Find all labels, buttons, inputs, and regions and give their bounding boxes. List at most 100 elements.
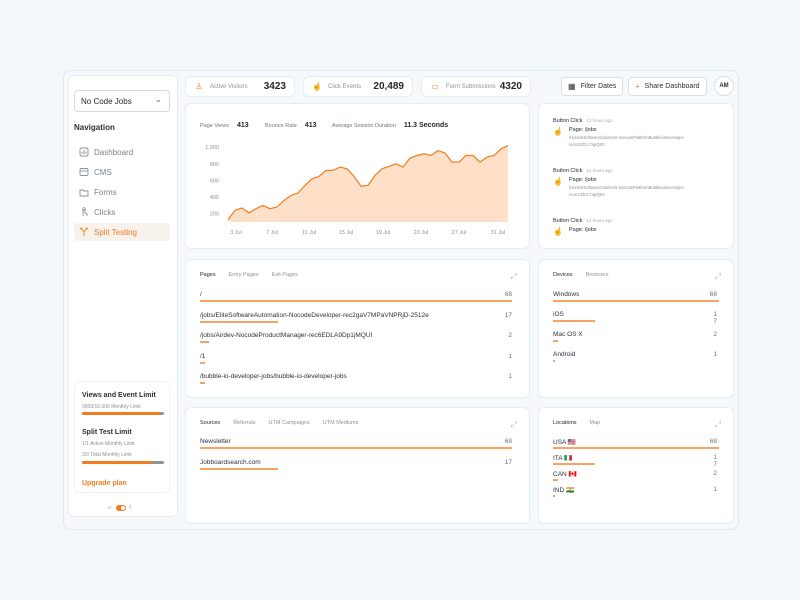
sources-tabs: Sources Referrals UTM Campaigns UTM Medi… (200, 420, 359, 426)
list-item-label: / (200, 291, 202, 298)
expand-icon[interactable]: ⤢ (715, 420, 721, 430)
list-item[interactable]: Mac OS X (553, 331, 719, 342)
sidebar-item-forms[interactable]: Forms (74, 183, 170, 201)
sidebar-item-label: Forms (94, 187, 117, 197)
split-limit-active: 1/1 Active Monthly Limit (82, 441, 135, 447)
list-item-label: USA 🇺🇸 (553, 439, 576, 446)
activity-time: 12 hours ago (586, 118, 613, 123)
activity-item[interactable]: Button Click 12 hours ago ☝ Page: /jobs /… (553, 118, 684, 147)
list-item-bar (553, 340, 558, 342)
pages-card: Pages Entry Pages Exit Pages ⤢ / 68/jobs/… (185, 259, 530, 398)
avatar[interactable]: AM (714, 76, 734, 96)
y-tick-label: 800 (210, 162, 219, 168)
chart-area (228, 145, 508, 222)
x-tick-label: 19 Jul (376, 230, 391, 236)
list-item-bar (200, 447, 512, 449)
list-item-value: 1 (508, 352, 512, 360)
list-item[interactable]: /jobs/EliteSoftwareAutomation-NocodeDeve… (200, 312, 512, 323)
activity-title: Button Click (553, 218, 583, 224)
tab-pages[interactable]: Pages (200, 272, 216, 278)
tab-utm-mediums[interactable]: UTM Mediums (323, 420, 359, 426)
list-item[interactable]: / (200, 291, 512, 302)
list-item[interactable]: iOS (553, 311, 719, 322)
list-item-value-secondary: 7 (713, 461, 717, 468)
stat-value: 3423 (263, 81, 286, 92)
list-item[interactable]: Jobboardsearch.com (200, 459, 512, 470)
upgrade-plan-link[interactable]: Upgrade plan (82, 480, 127, 487)
plus-icon: + (635, 82, 640, 91)
stat-active-visitors: ♙ Active Visitors 3423 (185, 76, 295, 97)
activity-ref: recn1t2fCc7apQE0 (569, 142, 605, 147)
sidebar-item-cms[interactable]: CMS (74, 163, 170, 181)
x-tick-label: 23 Jul (414, 230, 429, 236)
share-dashboard-label: Share Dashboard (644, 83, 700, 90)
activity-item[interactable]: Button Click 12 hours ago ☝ Page: /jobs (553, 218, 613, 236)
expand-icon[interactable]: ⤢ (511, 272, 517, 282)
list-item-value: 2 (508, 332, 512, 339)
list-item[interactable]: Newsletter (200, 438, 512, 449)
tab-exit-pages[interactable]: Exit Pages (272, 272, 298, 278)
list-item-label: Mac OS X (553, 331, 583, 338)
sidebar-item-label: Clicks (94, 207, 116, 217)
list-item[interactable]: /jobs/Airdev-NocodeProductManager-rec6ED… (200, 332, 512, 343)
tab-map[interactable]: Map (590, 420, 601, 426)
views-limit-bar (82, 412, 164, 415)
list-item-value: 1 (508, 373, 512, 380)
activity-page: Page: /jobs (569, 177, 597, 183)
list-item-bar (200, 341, 210, 343)
activity-item[interactable]: Button Click 12 hours ago ☝ Page: /jobs /… (553, 168, 684, 197)
list-item[interactable]: ITA 🇮🇹 (553, 454, 719, 465)
list-item[interactable]: Windows (553, 291, 719, 302)
list-item-value: 68 (504, 438, 512, 445)
split-limit-bar (82, 461, 164, 464)
list-item-label: CAN 🇨🇦 (553, 471, 577, 478)
filter-dates-button[interactable]: ▦ Filter Dates (561, 77, 624, 96)
forms-icon (79, 189, 89, 197)
list-item[interactable]: Android (553, 351, 719, 362)
moon-icon: ☾ (128, 505, 134, 511)
list-item-label: /jobs/Airdev-NocodeProductManager-rec6ED… (200, 332, 373, 339)
usage-limits-panel: Views and Event Limit 9500/10,000 Monthl… (74, 381, 170, 493)
toggle-switch[interactable] (115, 504, 126, 511)
sidebar-item-label: CMS (94, 167, 112, 177)
project-selector[interactable]: No Code Jobs ⌄ (74, 90, 170, 112)
list-item-value-secondary: 7 (713, 318, 717, 325)
tab-entry-pages[interactable]: Entry Pages (229, 272, 259, 278)
sidebar-item-clicks[interactable]: Clicks (74, 203, 170, 221)
activity-time: 12 hours ago (586, 168, 613, 173)
list-item[interactable]: /1 (200, 353, 512, 364)
tab-locations[interactable]: Locations (553, 420, 577, 426)
activity-title: Button Click (553, 118, 583, 124)
sidebar-item-dashboard[interactable]: Dashboard (74, 143, 170, 161)
sidebar-item-split-testing[interactable]: Split Testing (74, 223, 170, 241)
list-item-value: 1 (713, 486, 717, 493)
list-item[interactable]: CAN 🇨🇦 (553, 470, 719, 481)
list-item-label: iOS (553, 311, 564, 318)
share-dashboard-button[interactable]: + Share Dashboard (628, 77, 707, 96)
list-item-label: Android (553, 351, 576, 358)
list-item[interactable]: /bubble-io-developer-jobs/bubble-io-deve… (200, 373, 512, 384)
list-item[interactable]: USA 🇺🇸 (553, 438, 719, 449)
tab-referrals[interactable]: Referrals (233, 420, 255, 426)
x-tick-label: 7 Jul (266, 230, 278, 236)
list-item[interactable]: IND 🇮🇳 (553, 486, 719, 497)
stat-label: Active Visitors (210, 83, 248, 90)
expand-icon[interactable]: ⤢ (715, 272, 721, 282)
list-item-value: 2 (713, 331, 717, 338)
tab-sources[interactable]: Sources (200, 420, 220, 426)
list-item-value: 1 (713, 454, 717, 461)
expand-icon[interactable]: ⤢ (511, 420, 517, 430)
theme-toggle[interactable]: ☼ ☾ (107, 504, 134, 511)
form-icon: ▭ (431, 82, 439, 91)
list-item-bar (553, 300, 719, 302)
tab-devices[interactable]: Devices (553, 272, 573, 278)
list-item-value: 1 (713, 311, 717, 318)
views-limit-fill (82, 412, 160, 415)
cms-icon (79, 168, 89, 176)
visitors-icon: ♙ (195, 82, 203, 91)
tab-utm-campaigns[interactable]: UTM Campaigns (269, 420, 310, 426)
x-tick-label: 31 Jul (491, 230, 506, 236)
x-tick-label: 3 Jul (230, 230, 242, 236)
tab-browsers[interactable]: Browsers (586, 272, 609, 278)
list-item-value: 17 (504, 459, 512, 466)
